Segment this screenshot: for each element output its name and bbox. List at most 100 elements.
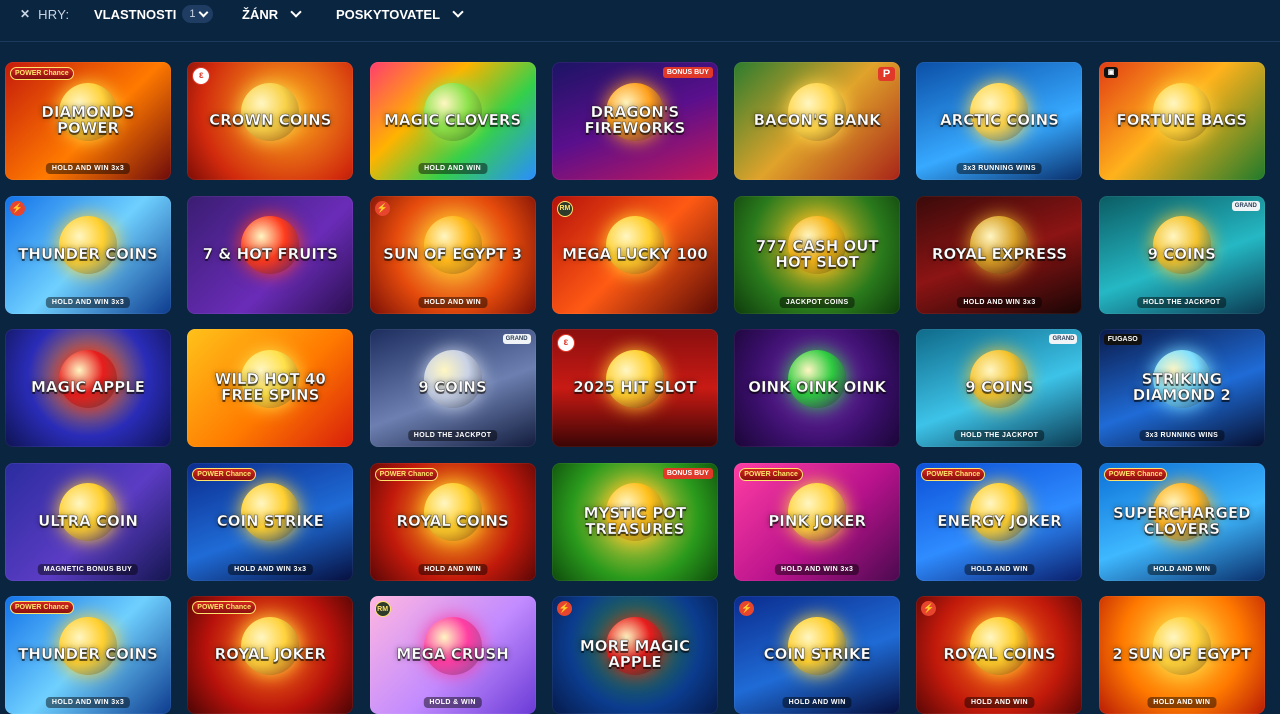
game-title: Dragon's Fireworks [584, 103, 686, 137]
game-tile[interactable]: 9 Coins HOLD THE JACKPOT GRAND [1098, 195, 1265, 314]
game-grid: Diamonds Power HOLD AND WIN 3x3 POWER Chan… [5, 62, 1265, 714]
game-tile[interactable]: Crown Coins ε [187, 62, 354, 180]
game-tile[interactable]: 9 Coins HOLD THE JACKPOT GRAND [369, 329, 536, 447]
corner-tag: GRAND [1231, 200, 1260, 211]
game-title: Magic Apple [30, 378, 146, 397]
game-title: 2025 Hit Slot [573, 378, 697, 397]
game-tile[interactable]: Supercharged Clovers HOLD AND WIN POWER Ch… [1098, 462, 1265, 581]
chevron-down-icon [290, 6, 302, 18]
game-tile[interactable]: 777 Cash Out Hot Slot JACKPOT COINS [734, 195, 901, 314]
game-tile[interactable]: Royal Joker POWER Chance [187, 596, 354, 714]
game-subtitle: HOLD AND WIN 3x3 [45, 296, 131, 308]
game-subtitle: HOLD AND WIN [1147, 563, 1217, 575]
provider-badge: ε [192, 67, 211, 85]
game-title: Royal Express [931, 244, 1068, 263]
provider-badge: ⚡ [374, 200, 390, 216]
game-tile[interactable]: Mega Lucky 100 RM [551, 195, 718, 314]
provider-badge: ⚡ [556, 601, 572, 616]
provider-badge: ε [556, 334, 575, 352]
provider-filter-dropdown[interactable]: POSKYTOVATEL [336, 4, 464, 24]
properties-filter-label: VLASTNOSTI [94, 6, 177, 22]
game-tile[interactable]: Mystic Pot Treasures BONUS BUY [551, 462, 718, 581]
game-tile[interactable]: Diamonds Power HOLD AND WIN 3x3 POWER Chan… [5, 62, 171, 180]
game-subtitle: HOLD AND WIN 3x3 [957, 296, 1042, 308]
genre-filter-dropdown[interactable]: ŽÁNR [242, 4, 302, 24]
game-title: Coin Strike [216, 511, 324, 530]
game-title: Ultra Coin [38, 511, 138, 530]
corner-tag: GRAND [502, 334, 531, 344]
game-subtitle: HOLD THE JACKPOT [1136, 296, 1227, 308]
game-tile[interactable]: Dragon's Fireworks BONUS BUY [551, 62, 718, 180]
clear-games-filter[interactable]: ✕ HRY: [20, 4, 69, 24]
provider-badge: ⚡ [739, 601, 755, 616]
provider-badge: POWER Chance [192, 601, 256, 614]
game-title: 2 Sun of Egypt [1112, 645, 1252, 664]
game-tile[interactable]: Mega Crush HOLD & WIN RM [369, 596, 536, 714]
game-title: Mega Lucky 100 [562, 244, 708, 263]
game-subtitle: HOLD AND WIN [418, 163, 488, 174]
game-tile[interactable]: Wild Hot 40 Free Spins [187, 329, 354, 447]
game-tile[interactable]: Thunder Coins HOLD AND WIN 3x3 ⚡ [5, 195, 171, 314]
game-title: Crown Coins [209, 111, 332, 130]
game-subtitle: HOLD AND WIN [418, 563, 488, 575]
chevron-down-icon [199, 7, 209, 17]
provider-badge: ⚡ [921, 601, 937, 616]
game-tile[interactable]: Coin Strike HOLD AND WIN ⚡ [734, 596, 901, 714]
provider-badge: POWER Chance [10, 67, 74, 80]
game-tile[interactable]: Thunder Coins HOLD AND WIN 3x3 POWER Chanc… [5, 596, 171, 714]
properties-filter-dropdown[interactable]: VLASTNOSTI 1 [94, 4, 214, 24]
game-subtitle: HOLD AND WIN [782, 697, 852, 708]
close-icon[interactable]: ✕ [20, 7, 30, 21]
game-tile[interactable]: Coin Strike HOLD AND WIN 3x3 POWER Chance [187, 462, 354, 581]
game-tile[interactable]: Bacon's Bank P [734, 62, 901, 180]
game-subtitle: HOLD AND WIN 3x3 [775, 563, 860, 575]
game-tile[interactable]: Magic Apple [5, 329, 171, 447]
game-tile[interactable]: Energy Joker HOLD AND WIN POWER Chance [916, 462, 1083, 581]
game-tile[interactable]: Arctic Coins 3x3 RUNNING WINS [916, 62, 1083, 180]
game-title: Thunder Coins [18, 244, 158, 263]
game-title: Magic Clovers [383, 111, 522, 130]
game-title: Diamonds Power [41, 103, 135, 137]
game-tile[interactable]: 2 Sun of Egypt HOLD AND WIN [1098, 596, 1265, 714]
game-tile[interactable]: Royal Coins HOLD AND WIN POWER Chance [369, 462, 536, 581]
game-subtitle: HOLD AND WIN 3x3 [45, 697, 131, 708]
game-subtitle: HOLD AND WIN [418, 296, 488, 308]
games-filter-label: HRY: [38, 6, 70, 22]
game-subtitle: HOLD THE JACKPOT [954, 430, 1045, 441]
game-title: Royal Coins [396, 511, 509, 530]
game-tile[interactable]: More Magic Apple ⚡ [551, 596, 718, 714]
game-title: Bacon's Bank [753, 111, 881, 130]
game-tile[interactable]: Magic Clovers HOLD AND WIN [369, 62, 536, 180]
game-subtitle: 3x3 RUNNING WINS [957, 163, 1042, 174]
provider-badge: ⚡ [10, 200, 25, 216]
game-tile[interactable]: Oink Oink Oink [734, 329, 901, 447]
filter-divider [0, 41, 1280, 42]
game-tile[interactable]: Royal Express HOLD AND WIN 3x3 [916, 195, 1083, 314]
game-tile[interactable]: 9 Coins HOLD THE JACKPOT GRAND [916, 329, 1083, 447]
game-title: Mystic Pot Treasures [583, 503, 687, 538]
game-subtitle: HOLD AND WIN 3x3 [45, 163, 131, 174]
properties-count-badge[interactable]: 1 [182, 5, 214, 23]
game-subtitle: HOLD & WIN [423, 697, 482, 708]
game-title: Thunder Coins [18, 645, 158, 664]
provider-filter-label: POSKYTOVATEL [336, 6, 441, 22]
game-title: Royal Joker [214, 645, 326, 664]
provider-badge: FUGASO [1103, 334, 1142, 345]
game-title: Coin Strike [763, 645, 871, 664]
game-tile[interactable]: Pink Joker HOLD AND WIN 3x3 POWER Chance [734, 462, 901, 581]
game-title: Arctic Coins [940, 111, 1060, 130]
game-tile[interactable]: Sun of Egypt 3 HOLD AND WIN ⚡ [369, 195, 536, 314]
provider-badge: RM [556, 200, 573, 217]
provider-badge: ▣ [1103, 67, 1119, 78]
provider-badge: POWER Chance [192, 467, 256, 481]
provider-badge: POWER Chance [739, 467, 803, 481]
game-title: Royal Coins [943, 645, 1056, 664]
provider-badge: POWER Chance [921, 467, 986, 481]
game-tile[interactable]: 7 & Hot Fruits [187, 195, 354, 314]
game-tile[interactable]: Royal Coins HOLD AND WIN ⚡ [916, 596, 1083, 714]
game-tile[interactable]: Ultra Coin MAGNETIC BONUS BUY [5, 462, 171, 581]
game-tile[interactable]: 2025 Hit Slot ε [551, 329, 718, 447]
filter-bar: ✕ HRY: VLASTNOSTI 1 ŽÁNR POSKYTOVATEL [0, 0, 1280, 28]
game-tile[interactable]: Fortune Bags ▣ [1098, 62, 1265, 180]
game-tile[interactable]: Striking Diamond 2 3x3 RUNNING WINS FUGASO [1098, 329, 1265, 447]
